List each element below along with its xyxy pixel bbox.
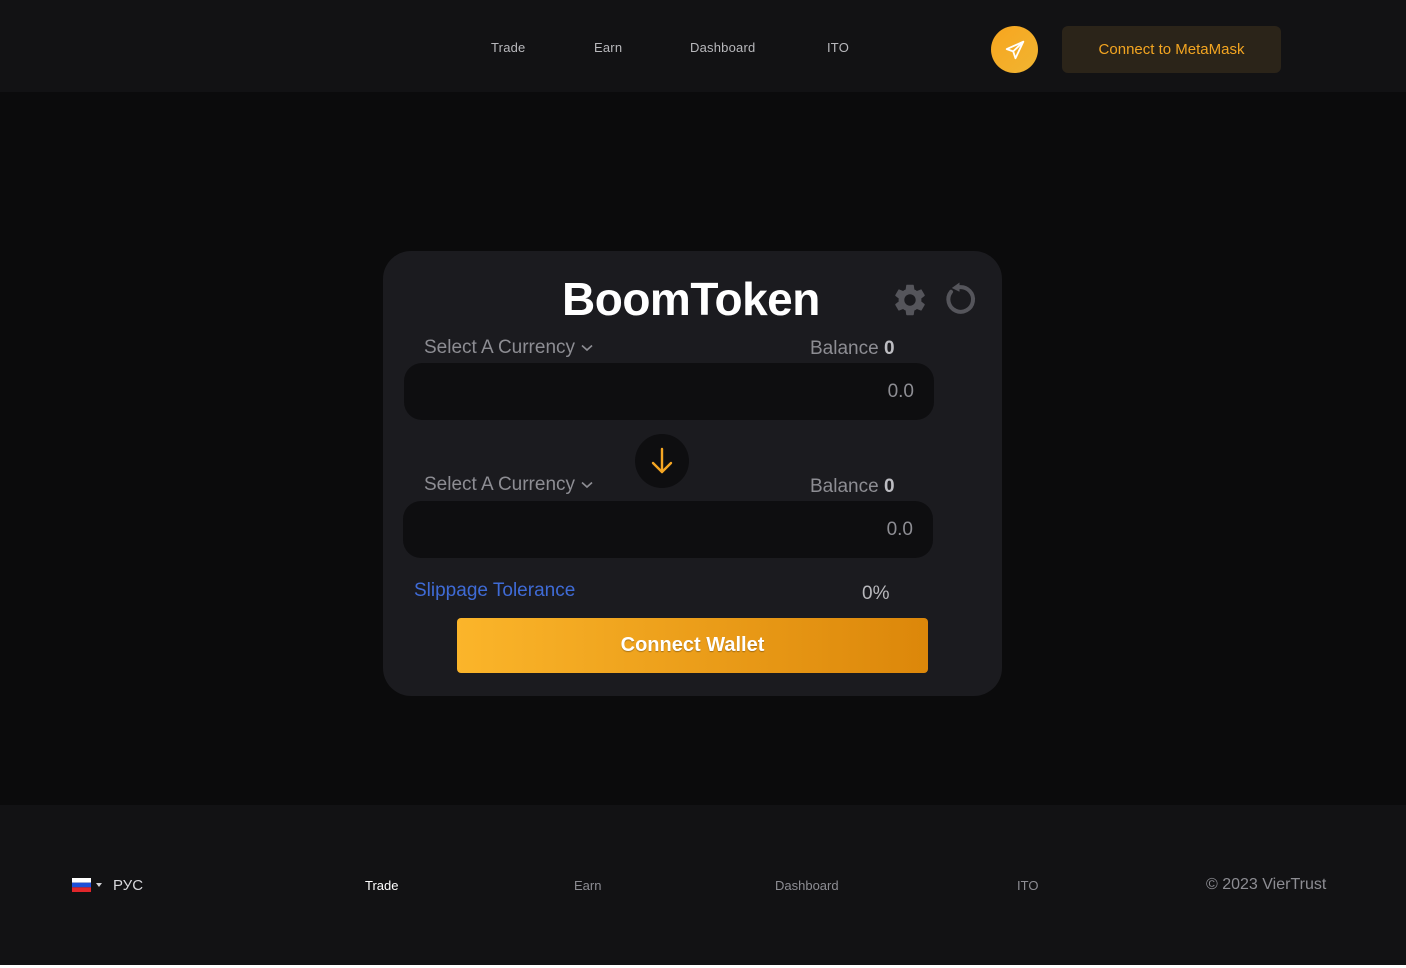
gear-icon[interactable] (891, 281, 929, 319)
to-balance: Balance 0 (810, 476, 895, 498)
from-currency-label: Select A Currency (424, 337, 576, 358)
swap-title: BoomToken (562, 273, 820, 325)
from-amount-value: 0.0 (887, 380, 914, 402)
from-balance-value: 0 (883, 338, 895, 359)
to-currency-select[interactable]: Select A Currency (424, 474, 593, 496)
footer (0, 805, 1406, 965)
to-currency-label: Select A Currency (424, 474, 576, 495)
from-balance-label: Balance (810, 338, 879, 359)
from-balance: Balance 0 (810, 338, 895, 360)
slippage-tolerance-value: 0% (862, 583, 890, 604)
connect-wallet-button[interactable]: Connect Wallet (457, 618, 928, 673)
to-balance-label: Balance (810, 476, 879, 497)
russia-flag-icon[interactable] (72, 878, 91, 892)
language-selector[interactable]: РУС (113, 877, 143, 894)
refresh-icon[interactable] (941, 281, 978, 318)
copyright-text: © 2023 VierTrust (1206, 876, 1327, 893)
to-balance-value: 0 (883, 476, 895, 497)
from-currency-select[interactable]: Select A Currency (424, 337, 593, 359)
top-header: Trade Earn Dashboard ITO Connect to Meta… (0, 0, 1406, 92)
footer-nav-ito[interactable]: ITO (1017, 878, 1038, 893)
to-amount-input[interactable]: 0.0 (403, 501, 933, 558)
to-amount-value: 0.0 (886, 518, 913, 540)
nav-dashboard[interactable]: Dashboard (690, 40, 755, 55)
footer-nav-earn[interactable]: Earn (574, 878, 601, 893)
nav-earn[interactable]: Earn (594, 40, 622, 55)
footer-nav-trade[interactable]: Trade (365, 878, 398, 893)
chevron-down-icon (581, 481, 593, 489)
paper-plane-icon (1005, 40, 1024, 59)
slippage-tolerance-label[interactable]: Slippage Tolerance (414, 580, 575, 602)
swap-direction-button[interactable] (635, 434, 689, 488)
nav-trade[interactable]: Trade (491, 40, 525, 55)
arrow-down-icon (651, 447, 673, 474)
telegram-button[interactable] (991, 26, 1038, 73)
nav-ito[interactable]: ITO (827, 40, 849, 55)
from-amount-input[interactable]: 0.0 (404, 363, 934, 420)
footer-nav-dashboard[interactable]: Dashboard (775, 878, 839, 893)
chevron-down-icon (581, 344, 593, 352)
caret-down-icon[interactable] (96, 883, 102, 887)
connect-metamask-button[interactable]: Connect to MetaMask (1062, 26, 1281, 73)
